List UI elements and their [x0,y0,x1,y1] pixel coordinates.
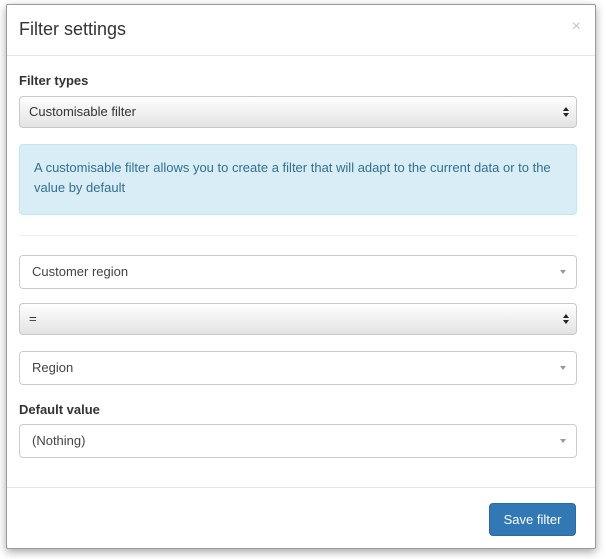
chevron-down-icon [560,270,566,274]
default-value-label: Default value [19,402,100,417]
value-source-select-value: Region [32,360,74,375]
filter-types-label: Filter types [19,73,89,88]
up-down-arrows-icon [562,304,570,334]
filter-type-select[interactable]: Customisable filter [19,96,577,128]
section-divider [19,235,577,236]
close-icon[interactable]: × [572,17,581,37]
up-down-arrows-icon [562,97,570,127]
filter-type-select-value: Customisable filter [29,104,136,119]
save-filter-button[interactable]: Save filter [489,503,576,536]
default-value-select-value: (Nothing) [32,433,86,448]
info-alert: A customisable filter allows you to crea… [19,144,577,215]
default-value-select[interactable]: (Nothing) [19,424,577,458]
chevron-down-icon [560,366,566,370]
field-select-value: Customer region [32,264,129,279]
modal-header: Filter settings × [7,5,595,56]
value-source-select[interactable]: Region [19,351,577,385]
field-select[interactable]: Customer region [19,255,577,289]
operator-select[interactable]: = [19,303,577,335]
filter-settings-modal: Filter settings × Filter types Customisa… [6,4,596,549]
modal-footer-divider [7,487,595,488]
operator-select-value: = [29,311,37,326]
modal-title: Filter settings [19,19,127,39]
chevron-down-icon [560,439,566,443]
info-alert-text: A customisable filter allows you to crea… [34,160,551,195]
